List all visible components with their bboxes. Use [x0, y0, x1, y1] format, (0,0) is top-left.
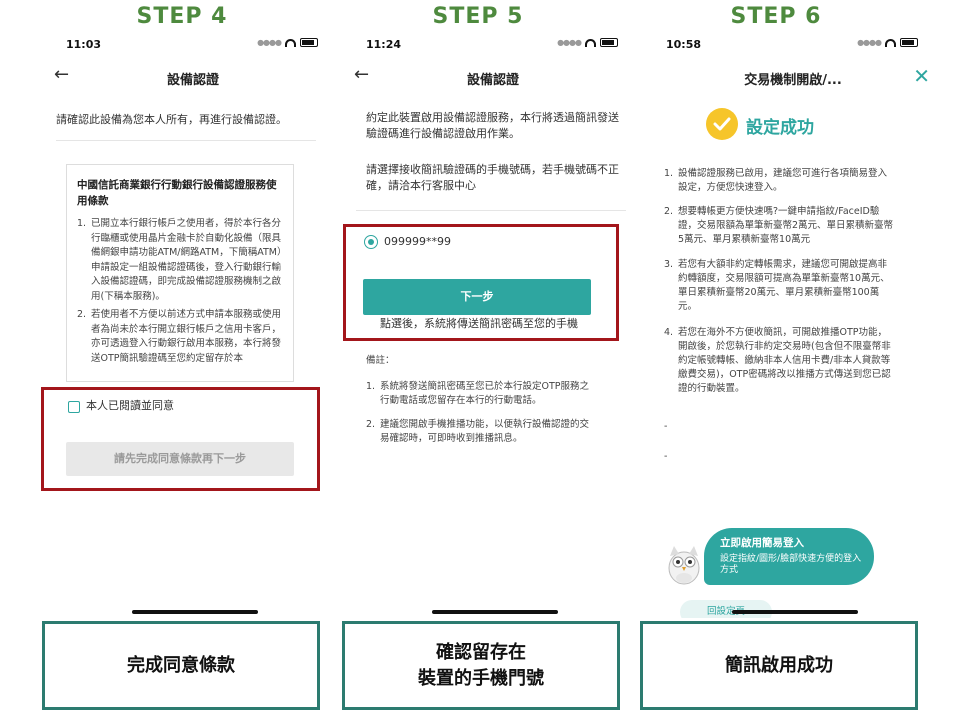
dash-1: - — [664, 421, 668, 432]
caption-step-4: 完成同意條款 — [42, 621, 320, 710]
note-item: 2. 建議您開啟手機推播功能，以便執行設備認證的交易確認時，可即時收到推播訊息。 — [366, 418, 598, 446]
caption-text: 簡訊啟用成功 — [725, 654, 833, 676]
terms-item-number: 2. — [77, 309, 87, 320]
info-text: 若您有大額非約定轉帳需求，建議您可開啟提高非約轉額度，交易限額可提高為單筆新臺幣… — [678, 259, 890, 312]
info-text: 想要轉帳更方便快速嗎?一鍵申請指紋/FaceID驗證，交易限額為單筆新臺幣2萬元… — [678, 206, 894, 245]
wifi-icon — [885, 38, 896, 47]
owl-mascot-icon — [668, 546, 700, 585]
status-icons: ●●●● — [857, 38, 918, 47]
instruction-text: 請選擇接收簡訊驗證碼的手機號碼，若手機號碼不正確，請洽本行客服中心 — [366, 163, 619, 192]
note-text: 建議您開啟手機推播功能，以便執行設備認證的交易確認時，可即時收到推播訊息。 — [380, 419, 590, 444]
info-text: 若您在海外不方便收簡訊，可開啟推播OTP功能，開啟後，於您執行非約定交易時(包含… — [678, 327, 891, 394]
caption-step-6: 簡訊啟用成功 — [640, 621, 918, 710]
signal-icon: ●●●● — [857, 38, 882, 47]
status-icons: ●●●● — [257, 38, 318, 47]
signal-icon: ●●●● — [557, 38, 582, 47]
close-icon[interactable]: ✕ — [913, 64, 930, 88]
info-number: 3. — [664, 259, 674, 270]
info-number: 4. — [664, 327, 674, 338]
battery-icon — [900, 38, 918, 47]
screen-step-6: 10:58 ●●●● 交易機制開啟/... ✕ 設定成功 1. 設備認證服務已啟… — [644, 30, 942, 618]
success-message: 設定成功 — [746, 118, 814, 138]
signal-icon: ●●●● — [257, 38, 282, 47]
battery-icon — [300, 38, 318, 47]
info-item: 3. 若您有大額非約定轉帳需求，建議您可開啟提高非約轉額度，交易限額可提高為單筆… — [664, 258, 896, 314]
wifi-icon — [285, 38, 296, 47]
terms-item-number: 1. — [77, 218, 87, 229]
home-indicator — [432, 610, 558, 614]
caption-step-5: 確認留存在 裝置的手機門號 — [342, 621, 620, 710]
info-text: 設備認證服務已啟用，建議您可進行各項簡易登入設定，方便您快速登入。 — [678, 168, 888, 193]
terms-item-text: 若使用者不方便以前述方式申請本服務或使用者為尚未於本行開立銀行帳戶之信用卡客戶，… — [91, 309, 282, 364]
home-indicator — [732, 610, 858, 614]
caption-text: 完成同意條款 — [127, 654, 235, 676]
intro-text: 約定此裝置啟用設備認證服務，本行將透過簡訊發送驗證碼進行設備認證啟用作業。 — [366, 111, 619, 140]
page-title: 設備認證 — [466, 73, 519, 88]
screen-step-4: 11:03 ●●●● ← 設備認證 請確認此設備為您本人所有，再進行設備認證。 … — [44, 30, 342, 618]
terms-item: 2. 若使用者不方便以前述方式申請本服務或使用者為尚未於本行開立銀行帳戶之信用卡… — [77, 308, 283, 366]
step-6-title: STEP 6 — [730, 4, 822, 29]
success-check-icon — [706, 108, 738, 140]
terms-title: 中國信託商業銀行行動銀行設備認證服務使用條款 — [77, 179, 277, 207]
info-number: 2. — [664, 206, 674, 217]
intro-text: 請確認此設備為您本人所有，再進行設備認證。 — [56, 113, 287, 126]
divider — [356, 210, 626, 211]
quick-login-bubble[interactable]: 立即啟用簡易登入 設定指紋/圖形/臉部快速方便的登入方式 — [704, 528, 874, 585]
dash-2: - — [664, 451, 668, 462]
note-item: 1. 系統將發送簡訊密碼至您已於本行設定OTP服務之行動電話或您留存在本行的行動… — [366, 380, 598, 408]
highlight-box-step-5 — [343, 224, 619, 341]
info-item: 2. 想要轉帳更方便快速嗎?一鍵申請指紋/FaceID驗證，交易限額為單筆新臺幣… — [664, 205, 896, 247]
status-time: 10:58 — [666, 38, 702, 51]
home-indicator — [132, 610, 258, 614]
caption-line: 裝置的手機門號 — [418, 667, 544, 689]
notes-title: 備註： — [366, 355, 395, 366]
step-4-title: STEP 4 — [136, 4, 228, 29]
note-text: 系統將發送簡訊密碼至您已於本行設定OTP服務之行動電話或您留存在本行的行動電話。 — [380, 381, 590, 406]
status-time: 11:03 — [66, 38, 102, 51]
caption-line: 確認留存在 — [436, 641, 526, 663]
wifi-icon — [585, 38, 596, 47]
info-item: 1. 設備認證服務已啟用，建議您可進行各項簡易登入設定，方便您快速登入。 — [664, 167, 896, 195]
bubble-title: 立即啟用簡易登入 — [720, 537, 804, 549]
terms-box[interactable]: 中國信託商業銀行行動銀行設備認證服務使用條款 1. 已開立本行銀行帳戶之使用者，… — [66, 164, 294, 382]
back-to-settings-button[interactable]: 回設定頁 — [680, 600, 772, 618]
note-number: 2. — [366, 419, 376, 430]
bubble-subtitle: 設定指紋/圖形/臉部快速方便的登入方式 — [720, 554, 862, 575]
battery-icon — [600, 38, 618, 47]
info-number: 1. — [664, 168, 674, 179]
terms-item: 1. 已開立本行銀行帳戶之使用者，得於本行各分行臨櫃或使用晶片金融卡於自動化設備… — [77, 217, 283, 304]
status-time: 11:24 — [366, 38, 402, 51]
divider — [56, 140, 316, 141]
step-5-title: STEP 5 — [432, 4, 524, 29]
status-icons: ●●●● — [557, 38, 618, 47]
info-item: 4. 若您在海外不方便收簡訊，可開啟推播OTP功能，開啟後，於您執行非約定交易時… — [664, 326, 896, 396]
note-number: 1. — [366, 381, 376, 392]
terms-item-text: 已開立本行銀行帳戶之使用者，得於本行各分行臨櫃或使用晶片金融卡於自動化設備（限具… — [91, 218, 282, 302]
page-title: 設備認證 — [166, 73, 219, 88]
page-title: 交易機制開啟/... — [744, 73, 842, 88]
highlight-box-step-4 — [41, 387, 320, 491]
